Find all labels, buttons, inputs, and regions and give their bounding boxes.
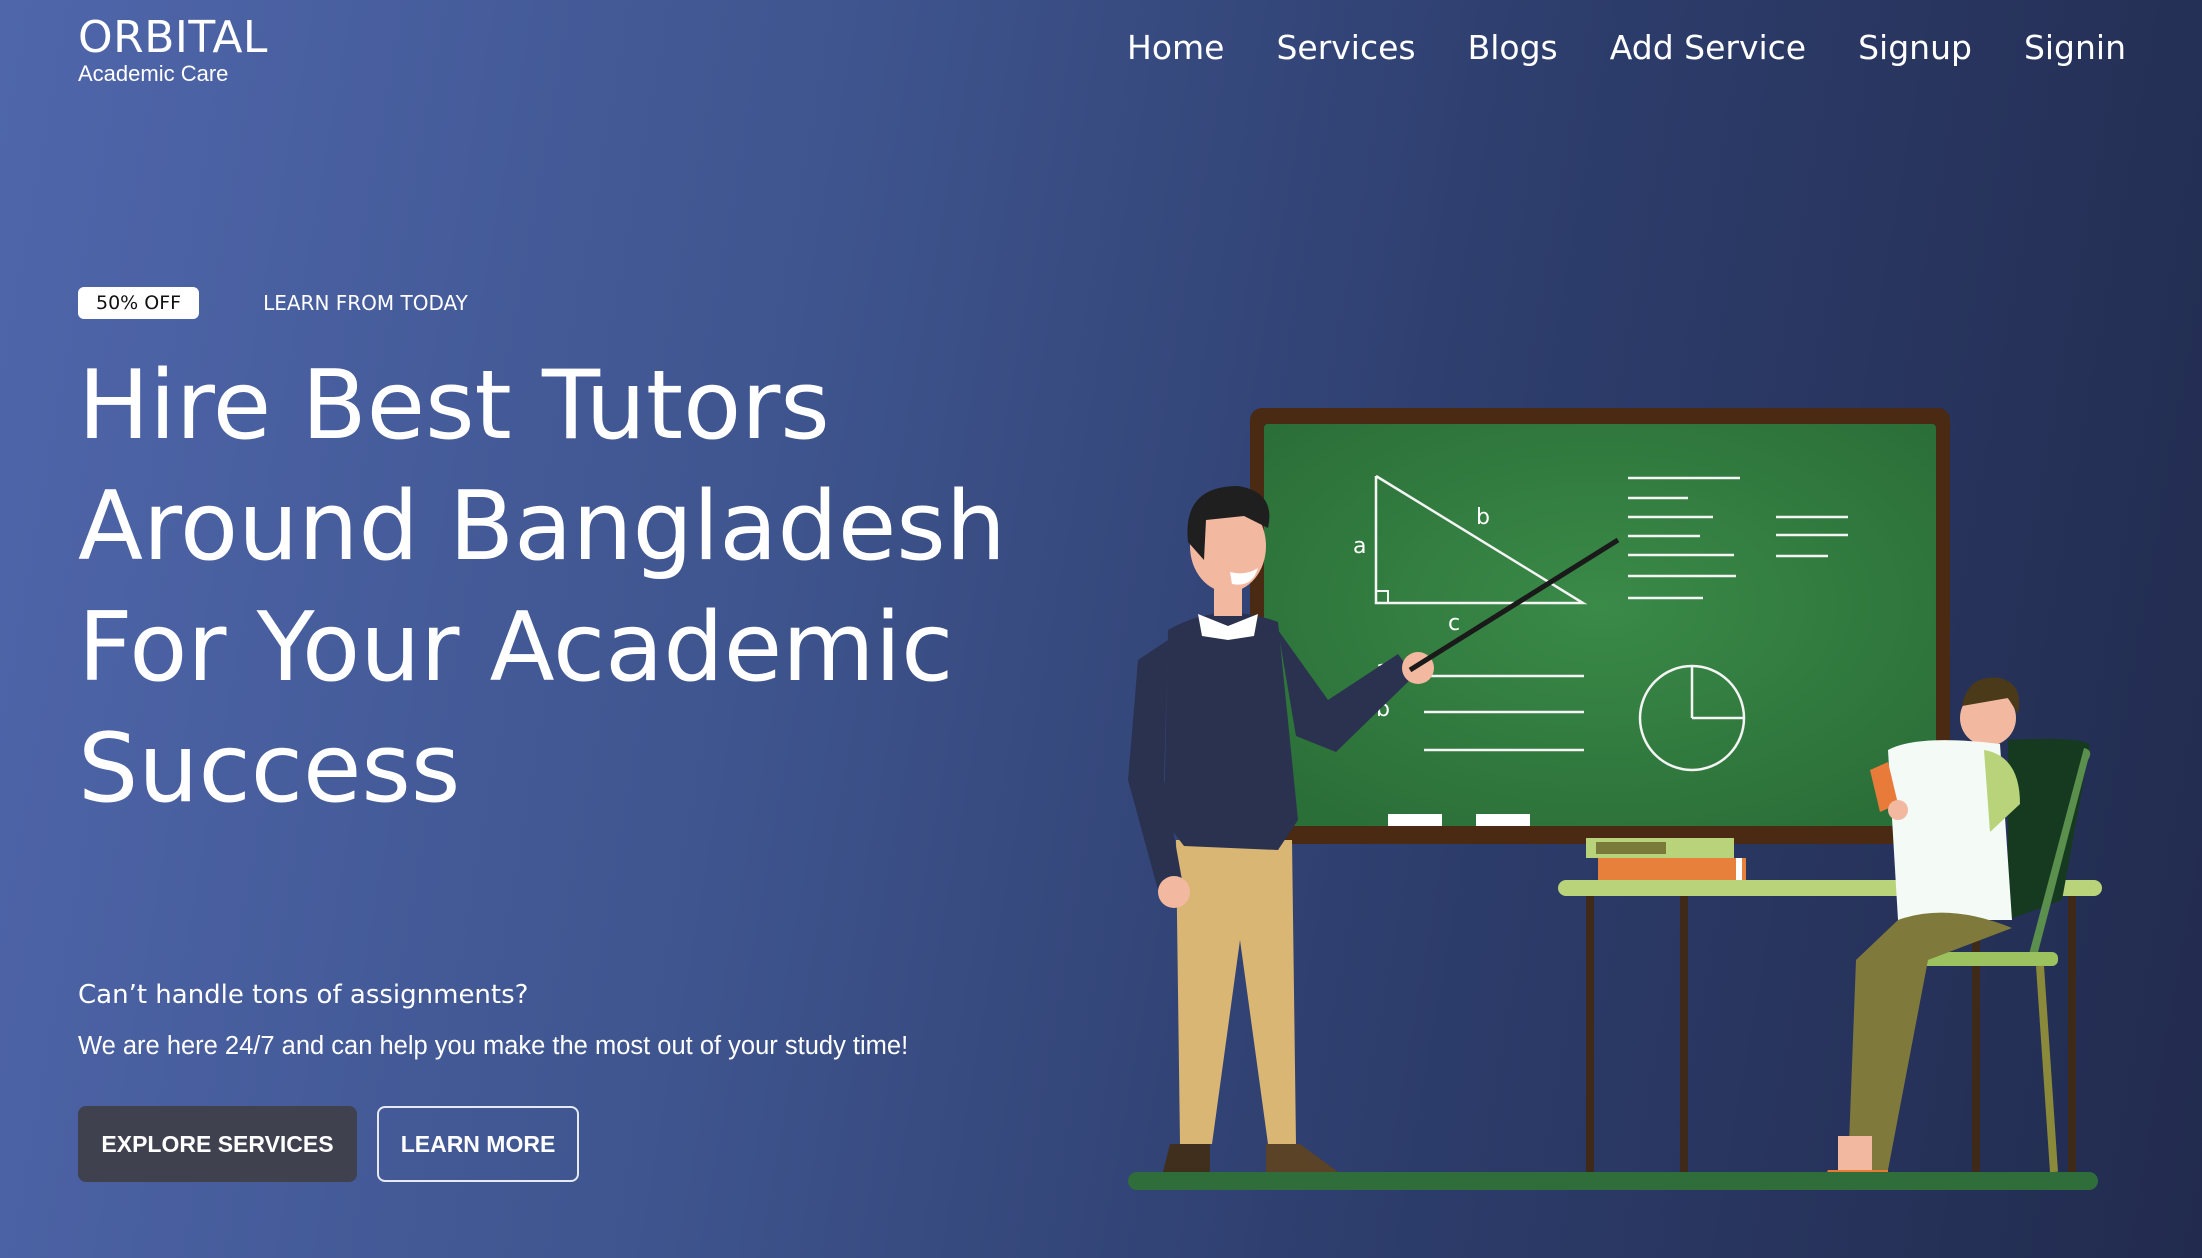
nav-add-service[interactable]: Add Service (1610, 26, 1806, 70)
hero-tags: 50% OFF LEARN FROM TODAY (78, 287, 468, 319)
explore-services-button[interactable]: EXPLORE SERVICES (78, 1106, 357, 1182)
headline-line-3: For Your Academic (78, 593, 954, 703)
triangle-label-a: a (1353, 534, 1366, 559)
hero-headline: Hire Best Tutors Around Bangladesh For Y… (78, 346, 1078, 830)
main-nav: Home Services Blogs Add Service Signup S… (1127, 26, 2126, 70)
nav-signin[interactable]: Signin (2024, 26, 2126, 70)
hero-tagline: LEARN FROM TODAY (263, 291, 468, 315)
headline-line-4: Success (78, 714, 461, 824)
nav-blogs[interactable]: Blogs (1468, 26, 1558, 70)
discount-badge: 50% OFF (78, 287, 200, 319)
nav-home[interactable]: Home (1127, 26, 1224, 70)
brand-subtitle: Academic Care (78, 61, 229, 86)
triangle-label-c: c (1448, 611, 1460, 636)
nav-services[interactable]: Services (1276, 26, 1415, 70)
headline-line-1: Hire Best Tutors (78, 351, 830, 461)
nav-signup[interactable]: Signup (1858, 26, 1972, 70)
learn-more-button[interactable]: LEARN MORE (377, 1106, 579, 1182)
brand-name: ORBITAL (78, 12, 268, 63)
triangle-label-b: b (1476, 505, 1490, 530)
brand-logo[interactable]: ORBITAL Academic Care (78, 14, 268, 86)
teacher-at-chalkboard-illustration: a b c a b (1128, 408, 2102, 1190)
hero-support-text: We are here 24/7 and can help you make t… (78, 1032, 909, 1060)
floor-line (1128, 1172, 2098, 1190)
headline-line-2: Around Bangladesh (78, 472, 1006, 582)
hero-question: Can’t handle tons of assignments? (78, 980, 529, 1010)
chalkboard: a b c a b (1250, 408, 1950, 844)
